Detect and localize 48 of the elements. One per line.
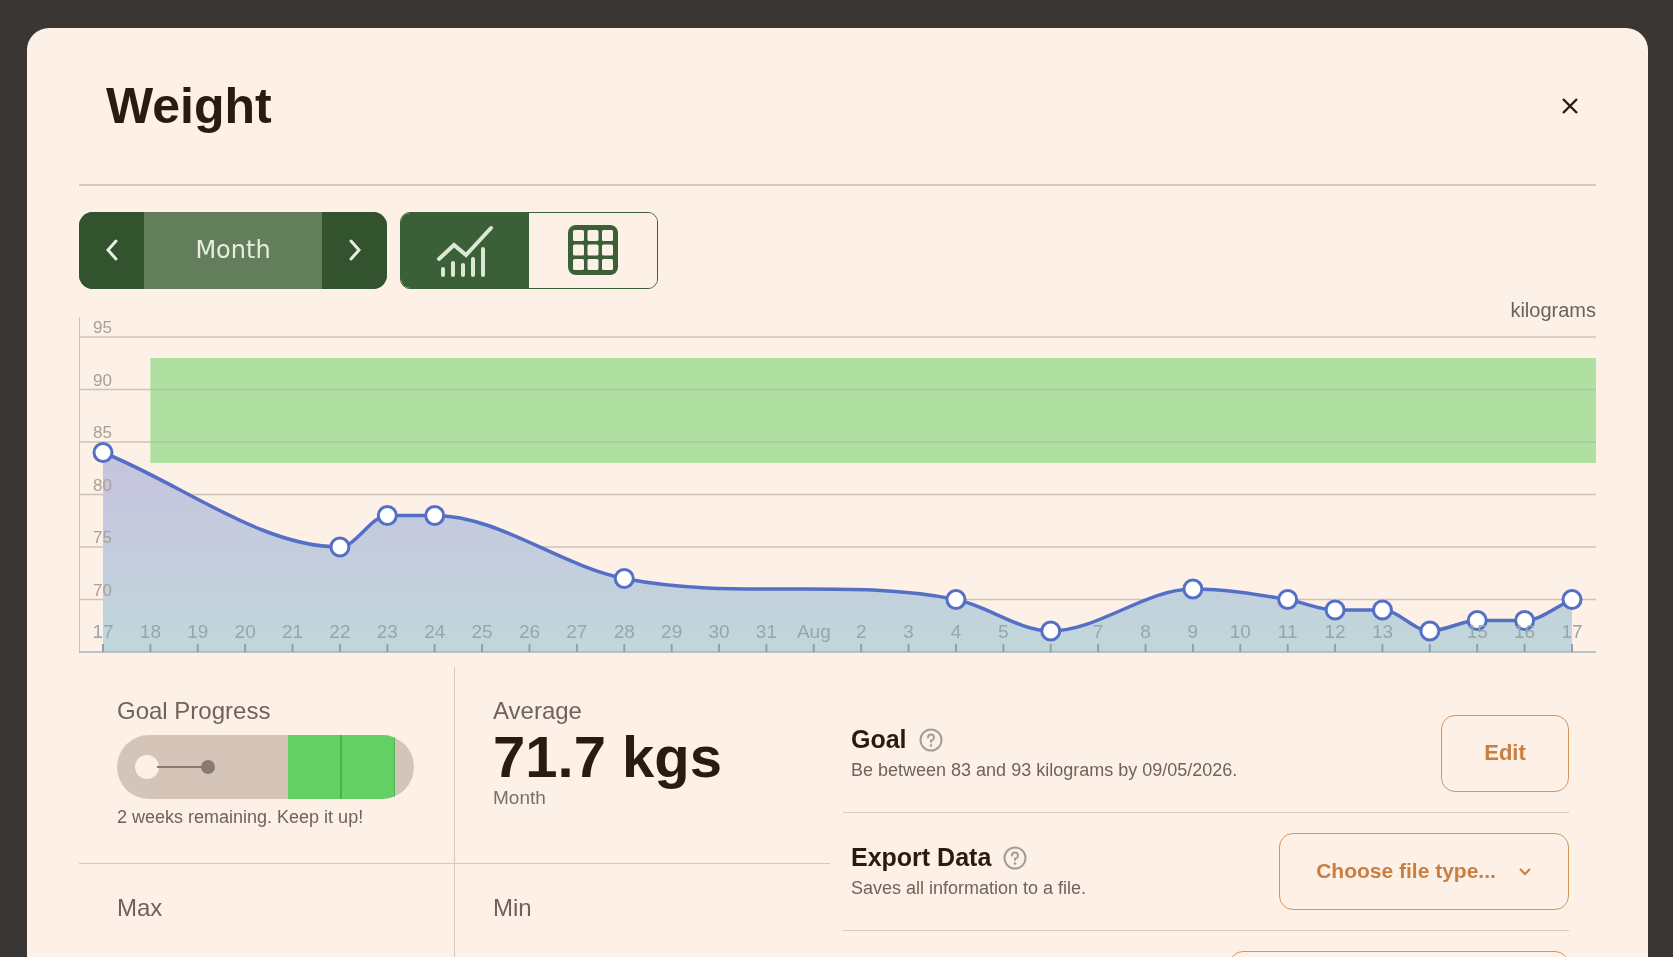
data-point[interactable] bbox=[92, 441, 114, 463]
data-point[interactable] bbox=[1419, 620, 1441, 641]
setting-description: Be between 83 and 93 kilograms by 09/05/2026. bbox=[851, 760, 1238, 781]
file-type-dropdown[interactable]: Choose file type... bbox=[1279, 832, 1569, 910]
help-icon[interactable] bbox=[918, 727, 943, 752]
axis-label: 95 bbox=[93, 317, 112, 337]
stat-value: 71.7 kgs bbox=[493, 726, 723, 788]
stat-period: Month bbox=[493, 787, 547, 810]
data-point[interactable] bbox=[945, 588, 967, 610]
close-icon[interactable] bbox=[1560, 96, 1580, 116]
dialog-title: Weight bbox=[106, 77, 272, 135]
data-point[interactable] bbox=[1371, 599, 1393, 620]
data-point[interactable] bbox=[1277, 588, 1299, 610]
stat-label: Min bbox=[493, 893, 533, 922]
trend-indicator-icon bbox=[156, 759, 215, 774]
goal-progress-title: Goal Progress bbox=[117, 696, 272, 725]
previous-button[interactable] bbox=[79, 211, 144, 289]
axis-label: 17 bbox=[92, 620, 114, 642]
data-point[interactable] bbox=[1561, 588, 1583, 610]
next-button[interactable] bbox=[322, 211, 387, 289]
setting-title: Export Data bbox=[851, 843, 992, 872]
unit-label: kilograms bbox=[1510, 298, 1596, 322]
data-point[interactable] bbox=[1324, 599, 1346, 620]
data-point[interactable] bbox=[424, 504, 446, 526]
edit-button[interactable]: Edit bbox=[1441, 714, 1569, 792]
axis-label: 75 bbox=[93, 527, 112, 547]
grid-icon bbox=[566, 223, 620, 277]
axis-label: 85 bbox=[93, 422, 112, 442]
chevron-down-icon bbox=[1517, 866, 1532, 876]
data-point[interactable] bbox=[1040, 620, 1062, 641]
chart-icon bbox=[436, 223, 494, 277]
data-point[interactable] bbox=[376, 504, 398, 526]
axis-label: 80 bbox=[93, 475, 112, 494]
setting-title: Goal bbox=[851, 725, 907, 754]
data-point[interactable] bbox=[613, 567, 635, 589]
stat-label: Average bbox=[493, 696, 583, 725]
setting-description: Saves all information to a file. bbox=[851, 878, 1087, 899]
progress-note: 2 weeks remaining. Keep it up! bbox=[117, 806, 365, 828]
axis-label: 70 bbox=[93, 580, 112, 599]
axis-label: 90 bbox=[93, 370, 112, 389]
chevron-right-icon bbox=[347, 238, 362, 262]
stat-label: Max bbox=[117, 893, 164, 922]
help-icon[interactable] bbox=[1003, 845, 1028, 870]
period-label: Month bbox=[194, 235, 272, 266]
data-point[interactable] bbox=[329, 536, 351, 557]
chevron-left-icon bbox=[104, 238, 119, 262]
data-point[interactable] bbox=[1182, 578, 1204, 599]
chart-view-tab[interactable] bbox=[401, 212, 529, 288]
